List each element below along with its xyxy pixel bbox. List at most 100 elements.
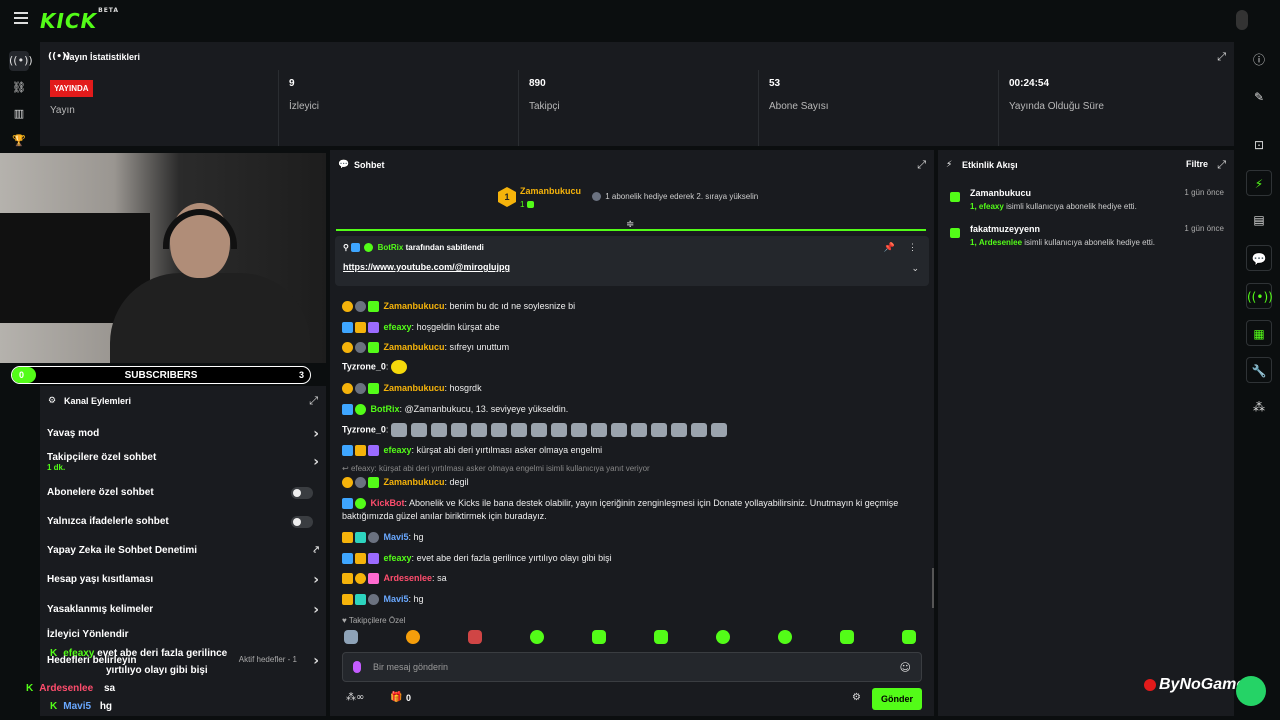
gift-leader-name[interactable]: Zamanbukucu <box>520 186 581 196</box>
gift-icon[interactable]: 🎁 <box>390 692 402 703</box>
stat-value: 00:24:54 <box>1009 78 1050 89</box>
emote-icon[interactable] <box>902 630 916 644</box>
channel-points-icon[interactable]: ⁂∞ <box>346 692 364 703</box>
mic-icon[interactable] <box>353 661 361 673</box>
trophy-icon[interactable]: 🏆 <box>9 131 29 151</box>
emoji-picker-icon[interactable]: ☺ <box>900 661 911 674</box>
goal-title: SUBSCRIBERS <box>124 369 198 381</box>
chevron-right-icon: › <box>313 572 319 588</box>
chat-username[interactable]: Zamanbukucu <box>384 383 445 393</box>
popout-icon[interactable]: ⤢ <box>309 394 318 408</box>
popout-icon[interactable]: ⤢ <box>1217 50 1226 64</box>
pinned-by-suffix: tarafından sabitlendi <box>405 243 484 252</box>
chat-message: Zamanbukucu: benim bu dc ıd ne soylesniz… <box>342 300 922 313</box>
emote-icon[interactable] <box>344 630 358 644</box>
info-icon[interactable]: ⓘ <box>1246 47 1272 73</box>
chat-username[interactable]: BotRix <box>371 404 400 414</box>
chat-input-box: ☺ <box>342 652 922 682</box>
menu-icon[interactable] <box>14 12 28 26</box>
channel-actions-header: ⚙ Kanal Eylemleri <box>40 386 326 416</box>
host-viewers-row[interactable]: İzleyici Yönlendir <box>47 629 319 640</box>
chat-message: Zamanbukucu: degil <box>342 476 922 489</box>
send-button[interactable]: Gönder <box>872 688 922 710</box>
stat-subscribers: 53 Abone Sayısı <box>758 70 998 146</box>
emote-icon[interactable] <box>406 630 420 644</box>
chat-username[interactable]: Mavi5 <box>384 594 409 604</box>
chat-bubble-icon[interactable]: 💬 <box>1246 245 1272 271</box>
link-icon[interactable]: ⛓ <box>9 78 29 98</box>
emote-icon[interactable] <box>716 630 730 644</box>
chevron-down-icon[interactable]: ⌄ <box>911 264 919 274</box>
pinned-by-user[interactable]: BotRix <box>378 243 404 252</box>
chat-text: Abonelik ve Kicks ile bana destek olabil… <box>409 498 899 508</box>
gift-rank-message: 1 abonelik hediye ederek 2. sıraya yükse… <box>592 192 758 202</box>
emote-only-toggle[interactable] <box>291 516 313 528</box>
emote-icon[interactable] <box>778 630 792 644</box>
ai-moderation-row[interactable]: Yapay Zeka ile Sohbet Denetimi ⤤ <box>47 545 319 556</box>
row-label: Yavaş mod <box>47 428 100 439</box>
emote-icon <box>390 423 407 437</box>
unpin-icon[interactable]: 📌 <box>884 243 895 253</box>
chat-username[interactable]: Tyzrone_0 <box>342 361 386 371</box>
chat-username[interactable]: Zamanbukucu <box>384 301 445 311</box>
slow-mode-row[interactable]: Yavaş mod › <box>47 427 319 441</box>
emote-icon[interactable] <box>654 630 668 644</box>
chat-username[interactable]: KickBot <box>371 498 405 508</box>
lightning-icon[interactable]: ⚡ <box>1246 170 1272 196</box>
popout-icon[interactable]: ⤢ <box>1217 158 1226 172</box>
points-icon[interactable]: ⁂ <box>1246 394 1272 420</box>
chat-message-input[interactable] <box>373 659 873 675</box>
focus-icon[interactable]: ⊡ <box>1246 132 1272 158</box>
activity-user[interactable]: fakatmuzeyyenn <box>970 224 1040 234</box>
chat-scrollbar[interactable] <box>932 568 934 608</box>
chat-username[interactable]: efeaxy <box>384 553 412 563</box>
chat-text: sa <box>437 573 447 583</box>
whatsapp-icon[interactable] <box>1236 676 1266 706</box>
level-badge <box>368 532 379 544</box>
followers-only-row[interactable]: Takipçilere özel sohbet 1 dk. › <box>47 452 319 472</box>
chat-username[interactable]: Zamanbukucu <box>384 342 445 352</box>
chat-username[interactable]: efeaxy <box>384 445 412 455</box>
account-age-row[interactable]: Hesap yaşı kısıtlaması › <box>47 572 319 588</box>
emote-icon[interactable] <box>592 630 606 644</box>
popout-icon[interactable]: ⤢ <box>917 158 926 172</box>
chat-username[interactable]: Zamanbukucu <box>384 477 445 487</box>
chat-username[interactable]: Tyzrone_0 <box>342 424 386 434</box>
emote-icon[interactable] <box>468 630 482 644</box>
emote-icon[interactable] <box>840 630 854 644</box>
wrench-icon[interactable]: 🔧 <box>1246 357 1272 383</box>
pinned-link[interactable]: https://www.youtube.com/@miroglujpg <box>343 262 510 272</box>
chat-username[interactable]: efeaxy <box>384 322 412 332</box>
streamer-body <box>110 273 310 363</box>
kick-k-icon: K <box>26 683 34 694</box>
sub-badge <box>368 553 379 565</box>
stat-label: Yayın <box>50 105 75 116</box>
chevron-right-icon: › <box>313 602 319 618</box>
chat-message: Zamanbukucu: sıfreyı unuttum <box>342 341 922 354</box>
more-options-icon[interactable]: ⋮ <box>908 242 917 253</box>
user-avatar[interactable] <box>1236 10 1248 30</box>
emote-icon[interactable] <box>530 630 544 644</box>
activity-user[interactable]: Zamanbukucu <box>970 188 1031 198</box>
chat-message: Mavi5: hg <box>342 531 922 544</box>
activity-feed-panel: ⚡ Etkinlik Akışı Filtre ⤢ Zamanbukucu 1 … <box>938 150 1234 716</box>
banned-words-row[interactable]: Yasaklanmış kelimeler › <box>47 602 319 618</box>
level-badge <box>355 301 366 313</box>
pencil-icon[interactable]: ✎ <box>1246 84 1272 110</box>
layout-icon[interactable]: ▦ <box>1246 320 1272 346</box>
gifter-badge <box>342 383 353 395</box>
filter-button[interactable]: Filtre <box>1186 159 1208 169</box>
chart-icon[interactable]: ▥ <box>9 104 29 124</box>
stat-viewers: 9 İzleyici <box>278 70 518 146</box>
row-label: Hesap yaşı kısıtlaması <box>47 574 154 585</box>
chat-username[interactable]: Mavi5 <box>384 532 409 542</box>
subscribers-only-toggle[interactable] <box>291 487 313 499</box>
activity-desc: 1, efeaxy isimli kullanıcıya abonelik he… <box>970 202 1137 211</box>
kick-logo[interactable]: KICKBETA <box>40 7 118 33</box>
broadcast-icon[interactable]: ((•)) <box>9 51 33 71</box>
stat-uptime: 00:24:54 Yayında Olduğu Süre <box>998 70 1234 146</box>
chat-username[interactable]: Ardesenlee <box>384 573 433 583</box>
broadcast-icon[interactable]: ((•)) <box>1246 283 1273 309</box>
document-icon[interactable]: ▤ <box>1246 207 1272 233</box>
gear-icon[interactable]: ⚙ <box>852 692 861 703</box>
